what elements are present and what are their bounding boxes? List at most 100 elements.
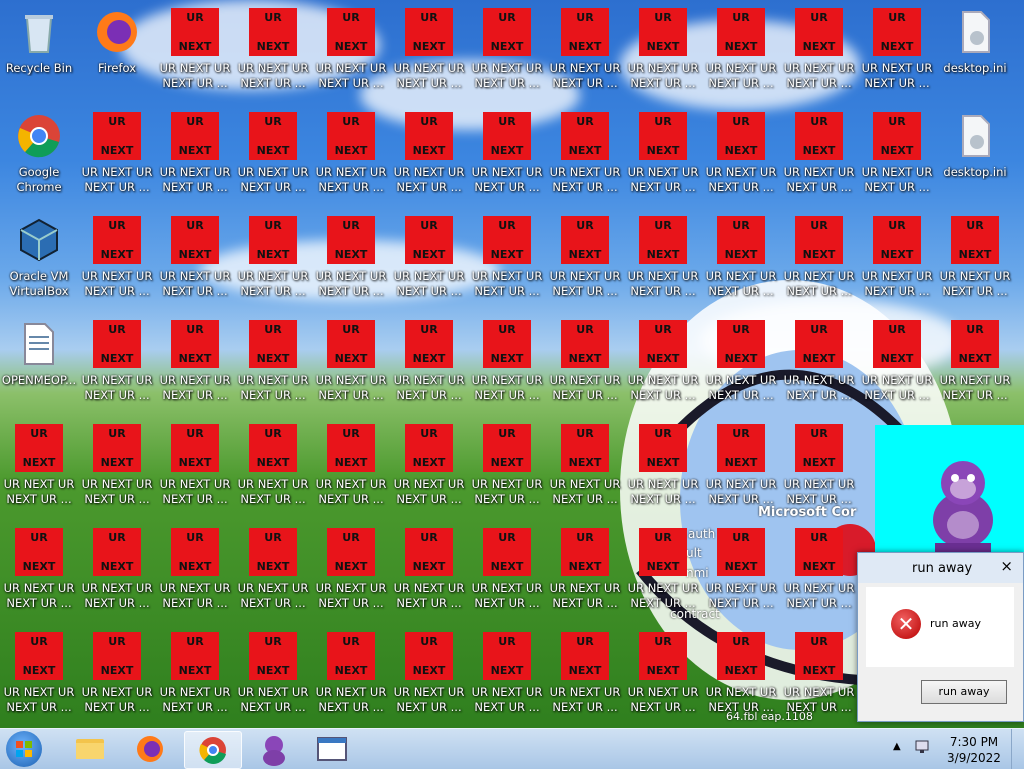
- ur-next-file-icon[interactable]: UR NEXT UR NEXT UR NEXT UR ...: [234, 424, 312, 528]
- ur-next-file-icon[interactable]: UR NEXT UR NEXT UR NEXT UR ...: [624, 320, 702, 424]
- ur-next-file-icon[interactable]: UR NEXT UR NEXT UR NEXT UR ...: [702, 112, 780, 216]
- ur-next-file-icon[interactable]: UR NEXT UR NEXT UR NEXT UR ...: [234, 8, 312, 112]
- ur-next-file-icon[interactable]: UR NEXT UR NEXT UR NEXT UR ...: [702, 216, 780, 320]
- document-icon[interactable]: OPENMEOP...: [0, 320, 78, 424]
- ur-next-file-icon[interactable]: UR NEXT UR NEXT UR NEXT UR ...: [0, 424, 78, 528]
- ur-next-file-icon[interactable]: UR NEXT UR NEXT UR NEXT UR ...: [624, 8, 702, 112]
- taskbar-explorer[interactable]: [62, 731, 118, 767]
- ur-next-file-icon[interactable]: UR NEXT UR NEXT UR NEXT UR ...: [156, 424, 234, 528]
- ur-next-file-icon[interactable]: UR NEXT UR NEXT UR NEXT UR ...: [546, 528, 624, 632]
- chrome-icon[interactable]: Google Chrome: [0, 112, 78, 216]
- ur-next-file-icon[interactable]: UR NEXT UR NEXT UR NEXT UR ...: [702, 528, 780, 632]
- ur-next-file-icon[interactable]: UR NEXT UR NEXT UR NEXT UR ...: [624, 632, 702, 728]
- ur-next-file-icon[interactable]: UR NEXT UR NEXT UR NEXT UR ...: [858, 320, 936, 424]
- desktop[interactable]: Microsoft Cor auth ult nmi contract 64.f…: [0, 0, 1024, 728]
- run-away-button[interactable]: run away: [921, 680, 1007, 704]
- ur-next-file-icon[interactable]: UR NEXT UR NEXT UR NEXT UR ...: [390, 320, 468, 424]
- ur-next-file-icon[interactable]: UR NEXT UR NEXT UR NEXT UR ...: [858, 112, 936, 216]
- ur-next-file-icon[interactable]: UR NEXT UR NEXT UR NEXT UR ...: [156, 8, 234, 112]
- ur-next-file-icon[interactable]: UR NEXT UR NEXT UR NEXT UR ...: [390, 528, 468, 632]
- ur-next-file-icon[interactable]: UR NEXT UR NEXT UR NEXT UR ...: [546, 8, 624, 112]
- ur-next-file-icon[interactable]: UR NEXT UR NEXT UR NEXT UR ...: [546, 112, 624, 216]
- ur-next-file-icon[interactable]: UR NEXT UR NEXT UR NEXT UR ...: [78, 216, 156, 320]
- ur-next-file-icon[interactable]: UR NEXT UR NEXT UR NEXT UR ...: [468, 632, 546, 728]
- clock[interactable]: 7:30 PM 3/9/2022: [940, 734, 1008, 766]
- ur-next-file-icon[interactable]: UR NEXT UR NEXT UR NEXT UR ...: [468, 528, 546, 632]
- taskbar-window[interactable]: [304, 731, 360, 767]
- close-icon[interactable]: ×: [1000, 557, 1013, 575]
- ur-next-file-icon[interactable]: UR NEXT UR NEXT UR NEXT UR ...: [78, 424, 156, 528]
- ur-next-file-icon[interactable]: UR NEXT UR NEXT UR NEXT UR ...: [702, 632, 780, 728]
- ur-next-file-icon[interactable]: UR NEXT UR NEXT UR NEXT UR ...: [702, 8, 780, 112]
- start-button[interactable]: [6, 731, 42, 767]
- run-away-dialog[interactable]: run away × ✕ run away run away: [857, 552, 1024, 722]
- ur-next-file-icon[interactable]: UR NEXT UR NEXT UR NEXT UR ...: [312, 424, 390, 528]
- ur-next-file-icon[interactable]: UR NEXT UR NEXT UR NEXT UR ...: [156, 320, 234, 424]
- ur-next-file-icon[interactable]: UR NEXT UR NEXT UR NEXT UR ...: [312, 112, 390, 216]
- ur-next-file-icon[interactable]: UR NEXT UR NEXT UR NEXT UR ...: [312, 8, 390, 112]
- ur-next-file-icon[interactable]: UR NEXT UR NEXT UR NEXT UR ...: [624, 112, 702, 216]
- ur-next-file-icon[interactable]: UR NEXT UR NEXT UR NEXT UR ...: [234, 528, 312, 632]
- ur-next-file-icon[interactable]: UR NEXT UR NEXT UR NEXT UR ...: [546, 320, 624, 424]
- ur-next-file-icon[interactable]: UR NEXT UR NEXT UR NEXT UR ...: [780, 8, 858, 112]
- ur-next-file-icon[interactable]: UR NEXT UR NEXT UR NEXT UR ...: [156, 528, 234, 632]
- ur-next-file-icon[interactable]: UR NEXT UR NEXT UR NEXT UR ...: [78, 320, 156, 424]
- ur-next-file-icon[interactable]: UR NEXT UR NEXT UR NEXT UR ...: [156, 112, 234, 216]
- ur-next-file-icon[interactable]: UR NEXT UR NEXT UR NEXT UR ...: [78, 528, 156, 632]
- ur-next-file-icon[interactable]: UR NEXT UR NEXT UR NEXT UR ...: [390, 424, 468, 528]
- ur-next-file-icon[interactable]: UR NEXT UR NEXT UR NEXT UR ...: [858, 8, 936, 112]
- ur-next-file-icon[interactable]: UR NEXT UR NEXT UR NEXT UR ...: [312, 528, 390, 632]
- ur-next-file-icon[interactable]: UR NEXT UR NEXT UR NEXT UR ...: [780, 528, 858, 632]
- ur-next-file-icon[interactable]: UR NEXT UR NEXT UR NEXT UR ...: [468, 320, 546, 424]
- ur-next-file-icon[interactable]: UR NEXT UR NEXT UR NEXT UR ...: [936, 320, 1014, 424]
- ur-next-file-icon[interactable]: UR NEXT UR NEXT UR NEXT UR ...: [780, 320, 858, 424]
- ur-next-file-icon[interactable]: UR NEXT UR NEXT UR NEXT UR ...: [546, 216, 624, 320]
- ur-next-file-icon[interactable]: UR NEXT UR NEXT UR NEXT UR ...: [390, 112, 468, 216]
- recycle-bin-icon[interactable]: Recycle Bin: [0, 8, 78, 112]
- ur-next-file-icon[interactable]: UR NEXT UR NEXT UR NEXT UR ...: [546, 632, 624, 728]
- taskbar-bonzi[interactable]: [246, 731, 302, 767]
- ur-next-file-icon[interactable]: UR NEXT UR NEXT UR NEXT UR ...: [312, 632, 390, 728]
- ur-next-file-icon[interactable]: UR NEXT UR NEXT UR NEXT UR ...: [156, 216, 234, 320]
- ur-next-file-icon[interactable]: UR NEXT UR NEXT UR NEXT UR ...: [624, 216, 702, 320]
- ur-next-file-icon[interactable]: UR NEXT UR NEXT UR NEXT UR ...: [390, 216, 468, 320]
- ur-next-file-icon[interactable]: UR NEXT UR NEXT UR NEXT UR ...: [468, 216, 546, 320]
- bonzi-buddy-window[interactable]: [875, 425, 1024, 560]
- ur-next-file-icon[interactable]: UR NEXT UR NEXT UR NEXT UR ...: [780, 112, 858, 216]
- ur-next-file-icon[interactable]: UR NEXT UR NEXT UR NEXT UR ...: [468, 424, 546, 528]
- dialog-titlebar[interactable]: run away ×: [858, 553, 1023, 583]
- ur-next-file-icon[interactable]: UR NEXT UR NEXT UR NEXT UR ...: [468, 112, 546, 216]
- ur-next-file-icon[interactable]: UR NEXT UR NEXT UR NEXT UR ...: [702, 320, 780, 424]
- firefox-icon[interactable]: Firefox: [78, 8, 156, 112]
- ur-next-file-icon[interactable]: UR NEXT UR NEXT UR NEXT UR ...: [624, 528, 702, 632]
- ur-next-file-icon[interactable]: UR NEXT UR NEXT UR NEXT UR ...: [78, 632, 156, 728]
- desktop-ini-icon[interactable]: desktop.ini: [936, 8, 1014, 112]
- ur-next-file-icon[interactable]: UR NEXT UR NEXT UR NEXT UR ...: [936, 216, 1014, 320]
- ur-next-file-icon[interactable]: UR NEXT UR NEXT UR NEXT UR ...: [780, 632, 858, 728]
- desktop-ini-icon[interactable]: desktop.ini: [936, 112, 1014, 216]
- ur-next-file-icon[interactable]: UR NEXT UR NEXT UR NEXT UR ...: [702, 424, 780, 528]
- ur-next-file-icon[interactable]: UR NEXT UR NEXT UR NEXT UR ...: [312, 320, 390, 424]
- ur-next-file-icon[interactable]: UR NEXT UR NEXT UR NEXT UR ...: [234, 216, 312, 320]
- ur-next-file-icon[interactable]: UR NEXT UR NEXT UR NEXT UR ...: [234, 320, 312, 424]
- ur-next-file-icon[interactable]: UR NEXT UR NEXT UR NEXT UR ...: [858, 216, 936, 320]
- ur-next-file-icon[interactable]: UR NEXT UR NEXT UR NEXT UR ...: [390, 632, 468, 728]
- taskbar-chrome[interactable]: [184, 731, 242, 769]
- ur-next-file-icon[interactable]: UR NEXT UR NEXT UR NEXT UR ...: [780, 216, 858, 320]
- ur-next-file-icon[interactable]: UR NEXT UR NEXT UR NEXT UR ...: [468, 8, 546, 112]
- ur-next-file-icon[interactable]: UR NEXT UR NEXT UR NEXT UR ...: [312, 216, 390, 320]
- ur-next-file-icon[interactable]: UR NEXT UR NEXT UR NEXT UR ...: [0, 632, 78, 728]
- ur-next-file-icon[interactable]: UR NEXT UR NEXT UR NEXT UR ...: [234, 112, 312, 216]
- network-icon[interactable]: [914, 739, 930, 755]
- show-desktop-button[interactable]: [1011, 729, 1024, 769]
- ur-next-file-icon[interactable]: UR NEXT UR NEXT UR NEXT UR ...: [780, 424, 858, 528]
- ur-next-file-icon[interactable]: UR NEXT UR NEXT UR NEXT UR ...: [624, 424, 702, 528]
- virtualbox-icon[interactable]: Oracle VM VirtualBox: [0, 216, 78, 320]
- ur-next-file-icon[interactable]: UR NEXT UR NEXT UR NEXT UR ...: [156, 632, 234, 728]
- ur-next-file-icon[interactable]: UR NEXT UR NEXT UR NEXT UR ...: [546, 424, 624, 528]
- ur-next-file-icon[interactable]: UR NEXT UR NEXT UR NEXT UR ...: [0, 528, 78, 632]
- ur-next-file-icon[interactable]: UR NEXT UR NEXT UR NEXT UR ...: [234, 632, 312, 728]
- tray-expand-icon[interactable]: ▲: [893, 741, 901, 752]
- taskbar-firefox[interactable]: [122, 731, 178, 767]
- ur-next-file-icon[interactable]: UR NEXT UR NEXT UR NEXT UR ...: [390, 8, 468, 112]
